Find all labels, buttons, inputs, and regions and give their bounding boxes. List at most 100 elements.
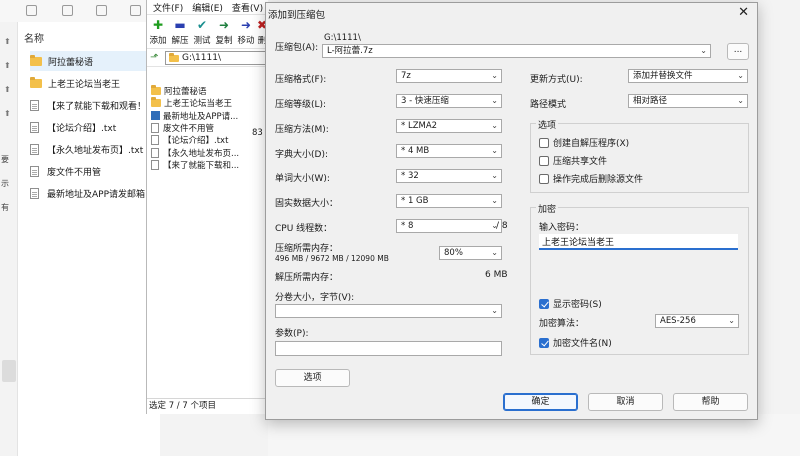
column-header-name[interactable]: 名称: [24, 30, 44, 45]
solid-label: 固实数据大小：: [275, 199, 339, 209]
pin-icon: ⬆: [4, 61, 11, 70]
word-select[interactable]: * 32 ⌄: [396, 169, 502, 183]
params-label: 参数(P):: [275, 329, 309, 339]
list-item[interactable]: 【论坛介绍】.txt: [30, 117, 160, 137]
test-button[interactable]: ✔ 测试: [191, 19, 213, 46]
move-button[interactable]: ➜ 移动: [235, 19, 257, 46]
browse-button[interactable]: ...: [727, 43, 749, 60]
checkbox-box: [539, 137, 549, 148]
sfx-checkbox[interactable]: 创建自解压程序(X): [539, 136, 629, 149]
cpu-max: / 8: [496, 221, 508, 231]
table-row[interactable]: 最新地址及APP请...: [147, 110, 269, 122]
table-row[interactable]: 废文件不用管: [147, 122, 269, 134]
copy-button[interactable]: ➜ 复制: [213, 19, 235, 46]
size-column-value: 83: [252, 128, 263, 138]
help-button[interactable]: 帮助: [673, 393, 748, 411]
copy-icon[interactable]: [26, 5, 37, 16]
file-icon: [151, 123, 159, 134]
archive-name-combo[interactable]: L-阿拉蕾.7z ⌄: [322, 44, 711, 58]
share-icon[interactable]: [130, 5, 141, 16]
format-select[interactable]: 7z ⌄: [396, 69, 502, 83]
rename-icon[interactable]: [96, 5, 107, 16]
extract-icon: ▬: [174, 18, 186, 32]
folder-icon: [151, 85, 161, 96]
pin-icon: ⬆: [4, 85, 11, 94]
menu-bar: 文件(F) 编辑(E) 查看(V): [147, 0, 268, 15]
cancel-button[interactable]: 取消: [588, 393, 663, 411]
method-label: 压缩方法(M):: [275, 125, 329, 135]
menu-file[interactable]: 文件(F): [153, 1, 183, 14]
up-folder-icon[interactable]: ⬏: [150, 52, 158, 63]
document-icon: [151, 111, 160, 121]
level-select[interactable]: 3 - 快速压缩 ⌄: [396, 94, 502, 108]
menu-edit[interactable]: 编辑(E): [192, 1, 223, 14]
file-list: 阿拉蕾秘语 上老王论坛当老王 最新地址及APP请... 废文件不用管 【论坛介绍…: [147, 85, 269, 171]
dict-select[interactable]: * 4 MB ⌄: [396, 144, 502, 158]
show-password-checkbox[interactable]: 显示密码(S): [539, 297, 602, 310]
list-item[interactable]: 【永久地址发布页】.txt: [30, 139, 160, 159]
params-input[interactable]: [275, 341, 502, 356]
folder-icon: [30, 54, 42, 66]
test-icon: ✔: [196, 18, 208, 32]
chevron-down-icon: ⌄: [737, 96, 744, 105]
table-row[interactable]: 【论坛介绍】.txt: [147, 134, 269, 146]
close-icon[interactable]: ✕: [738, 5, 749, 21]
method-select[interactable]: * LZMA2 ⌄: [396, 119, 502, 133]
menu-view[interactable]: 查看(V): [232, 1, 263, 14]
update-select[interactable]: 添加并替换文件 ⌄: [628, 69, 748, 83]
paste-icon[interactable]: [62, 5, 73, 16]
7zip-file-manager: 文件(F) 编辑(E) 查看(V) ✚ 添加 ▬ 解压 ✔ 测试 ➜ 复制 ➜ …: [146, 0, 269, 414]
split-combo[interactable]: ⌄: [275, 304, 502, 318]
chevron-down-icon: ⌄: [737, 71, 744, 80]
chevron-down-icon: ⌄: [491, 306, 498, 315]
chevron-down-icon: ⌄: [491, 196, 498, 205]
table-row[interactable]: 上老王论坛当老王: [147, 97, 269, 109]
mem-percent-select[interactable]: 80% ⌄: [439, 246, 502, 260]
checkbox-box: [539, 155, 549, 166]
cpu-select[interactable]: * 8 ⌄: [396, 219, 502, 233]
ok-button[interactable]: 确定: [503, 393, 578, 411]
path-mode-label: 路径模式: [530, 100, 567, 110]
list-item[interactable]: 【来了就能下载和观看！: [30, 95, 160, 115]
path-mode-select[interactable]: 相对路径 ⌄: [628, 94, 748, 108]
encrypt-names-checkbox[interactable]: 加密文件名(N): [539, 336, 612, 349]
solid-select[interactable]: * 1 GB ⌄: [396, 194, 502, 208]
split-label: 分卷大小，字节(V):: [275, 293, 355, 303]
file-icon: [151, 159, 159, 170]
copy-arrow-icon: ➜: [218, 18, 230, 32]
add-button[interactable]: ✚ 添加: [147, 19, 169, 46]
delete-after-checkbox[interactable]: 操作完成后删除源文件: [539, 172, 643, 185]
archive-dir: G:\1111\: [324, 33, 361, 43]
nav-selected-item[interactable]: [2, 360, 16, 382]
list-item[interactable]: 最新地址及APP请发邮箱: [30, 183, 160, 203]
mem-label: 压缩所需内存：: [275, 244, 339, 254]
list-item[interactable]: 废文件不用管: [30, 161, 160, 181]
encryption-method-label: 加密算法：: [539, 319, 585, 329]
table-row[interactable]: 阿拉蕾秘语: [147, 85, 269, 97]
pin-icon: ⬆: [4, 37, 11, 46]
encryption-method-select[interactable]: AES-256 ⌄: [655, 314, 739, 328]
mem-detail: 496 MB / 9672 MB / 12090 MB: [275, 254, 389, 263]
file-icon: [151, 135, 159, 146]
chevron-down-icon: ⌄: [728, 316, 735, 325]
archive-label: 压缩包(A):: [275, 43, 319, 53]
file-icon: [30, 165, 39, 177]
password-input[interactable]: [539, 234, 738, 250]
list-item[interactable]: 阿拉蕾秘语: [30, 51, 160, 71]
checkbox-box: [539, 337, 549, 348]
shared-files-checkbox[interactable]: 压缩共享文件: [539, 154, 607, 167]
folder-icon: [151, 97, 161, 108]
file-icon: [30, 121, 39, 133]
extract-button[interactable]: ▬ 解压: [169, 19, 191, 46]
address-input[interactable]: G:\1111\: [165, 51, 267, 65]
table-row[interactable]: 【来了就能下载和...: [147, 159, 269, 171]
options-group-title: 选项: [536, 118, 559, 131]
table-row[interactable]: 【永久地址发布页...: [147, 146, 269, 159]
chevron-down-icon: ⌄: [491, 121, 498, 130]
file-icon: [30, 99, 39, 111]
options-button[interactable]: 选项: [275, 369, 350, 387]
add-to-archive-dialog: 添加到压缩包 ✕ 压缩包(A): G:\1111\ L-阿拉蕾.7z ⌄ ...…: [265, 2, 758, 420]
file-icon: [30, 187, 39, 199]
list-item[interactable]: 上老王论坛当老王: [30, 73, 160, 93]
nav-truncated-text: 有: [1, 203, 9, 212]
